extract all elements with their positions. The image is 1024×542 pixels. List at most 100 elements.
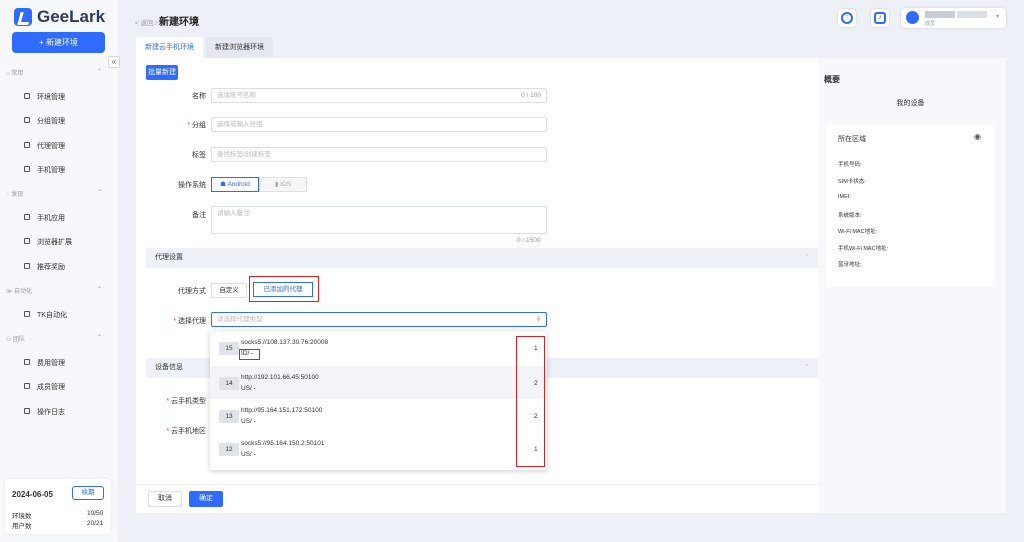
batch-create-button[interactable]: 批量新建 [146,65,178,80]
team-icon: ⚇ [6,337,14,343]
proxy-id: 14 [219,377,239,390]
upload-icon: ↑ [841,12,853,24]
proxy-custom-option[interactable]: 自定义 [211,283,247,298]
name-input[interactable]: 选填账号名称 0 / 100 [211,88,547,103]
name-label: 名称 [192,93,206,100]
user-email-redacted [957,11,987,18]
back-link[interactable]: < 返回 / [135,20,157,27]
proxy-select-label: * 选择代理 [173,318,206,325]
gift-icon [24,263,30,269]
proxy-url: http://95.164.151.172:50100 [241,407,323,414]
subscription-card: 2024-06-05 续期 环境数 10/50 用户数 20/21 [5,479,111,534]
nav-group-automation[interactable]: ≫ 自动化 ⌃ [6,286,102,295]
proxy-url: socks5://108.137.30.76:20008 [241,339,329,346]
proxy-id: 15 [219,342,239,355]
note-textarea[interactable]: 请输入备注 [211,206,547,234]
collapse-sidebar-icon[interactable]: « [108,56,120,68]
breadcrumb: < 返回 / 新建环境 [135,13,199,28]
summary-row: 蓝牙地址: [838,262,862,268]
proxy-option[interactable]: 14 http://192.101.66.45:50100 US/ - 2 [210,366,547,399]
user-menu[interactable]: 成员 ▾ [901,8,1006,28]
proxy-url: socks5://95.164.150.2:50101 [241,440,325,447]
sidebar: GeeLark + 新建环境 ⌂ 常用 ⌃ 环境管理 分组管理 代理管理 手机管理… [0,0,118,542]
name-counter: 0 / 100 [521,92,541,99]
collapse-icon: ⌃ [804,254,810,261]
proxy-option[interactable]: 15 socks5://108.137.30.76:20008 ID/ - 1 [210,331,547,364]
upload-button[interactable]: ↑ [838,9,856,27]
app-logo-text: GeeLark [37,7,106,26]
automation-icon: ≫ [6,289,14,295]
nav-group-team[interactable]: ⚇ 团队 ⌃ [6,334,102,343]
os-android-option[interactable]: ☗ Android [211,177,259,192]
tab-cloud-phone-env[interactable]: 新建云手机环境 [136,37,203,58]
summary-row: Wi-Fi MAC地址: [838,229,878,235]
chevron-up-icon: ⌃ [96,335,102,341]
avatar [906,11,919,24]
chevron-up-icon: ⌃ [96,287,102,293]
summary-row: 手机号码: [838,162,862,168]
tab-browser-env[interactable]: 新建浏览器环境 [206,37,273,58]
billing-icon [24,359,30,365]
summary-row: SIM卡状态: [838,179,866,185]
os-ios-option[interactable]: ▮ iOS [259,177,307,192]
region-label: 所在区域 [838,136,866,143]
os-label: 操作系统 [178,182,206,189]
proxy-added-option[interactable]: 已添加的代理 [253,282,313,297]
summary-title: 概要 [824,75,840,84]
cancel-button[interactable]: 取消 [148,491,182,507]
group-input[interactable]: 选择或输入分组 [211,117,547,132]
location-pin-icon: ◉ [974,132,981,141]
proxy-id: 13 [219,410,239,423]
proxy-country: US/ - [241,418,256,425]
env-icon [24,93,30,99]
bell-icon: ♪ [874,12,886,24]
proxy-country: US/ - [241,451,256,458]
proxy-icon [24,142,30,148]
user-role: 成员 [925,21,936,27]
highlight-box-usage-count [516,336,545,467]
members-icon [24,383,30,389]
tag-label: 标签 [192,152,206,159]
env-count-label: 环境数 [12,513,32,520]
note-counter: 0 / 1500 [517,237,541,244]
user-count-label: 用户数 [12,523,32,530]
chevron-up-icon: ⌃ [96,190,102,196]
summary-row: 系统版本: [838,213,862,219]
env-count-value: 10/50 [87,510,104,517]
proxy-select[interactable]: 请选择代理类型 ⚲ [211,312,547,327]
user-count-value: 20/21 [87,520,104,527]
chevron-up-icon: ⌃ [96,69,102,75]
proxy-id: 12 [219,443,239,456]
apps-icon [24,214,30,220]
list-icon [24,117,30,123]
user-name-redacted [925,11,955,18]
search-icon: ⚲ [536,316,541,323]
extension-icon [24,238,30,244]
chevron-down-icon: ▾ [996,14,1000,20]
proxy-settings-section[interactable]: 代理设置 ⌃ [146,248,818,268]
collapse-icon: ⌃ [804,364,810,371]
phone-type-label: * 云手机类型 [166,398,206,405]
confirm-button[interactable]: 确定 [189,491,223,507]
page-title: 新建环境 [159,17,200,28]
summary-row: IMEI: [838,194,851,200]
notifications-button[interactable]: ♪ [871,9,889,27]
tiktok-icon [24,311,30,317]
expiry-date: 2024-06-05 [12,490,53,499]
summary-row: 手机Wi-Fi MAC地址: [838,246,889,252]
note-label: 备注 [192,212,206,219]
proxy-dropdown: 15 socks5://108.137.30.76:20008 ID/ - 1 … [210,331,547,470]
group-label: * 分组 [187,122,206,129]
proxy-option[interactable]: 12 socks5://95.164.150.2:50101 US/ - 1 [210,432,547,465]
new-environment-button[interactable]: + 新建环境 [12,32,105,53]
footer-divider [136,484,818,485]
tag-input[interactable]: 查找标签/创建标签 [211,147,547,162]
proxy-url: http://192.101.66.45:50100 [241,374,319,381]
nav-group-discover[interactable]: ◌ 发现 ⌃ [6,189,102,198]
log-icon [24,408,30,414]
highlight-box-country [239,349,260,360]
nav-group-common[interactable]: ⌂ 常用 ⌃ [6,68,102,77]
renew-button[interactable]: 续期 [72,486,104,500]
proxy-option[interactable]: 13 http://95.164.151.172:50100 US/ - 2 [210,399,547,432]
phone-icon [24,166,30,172]
